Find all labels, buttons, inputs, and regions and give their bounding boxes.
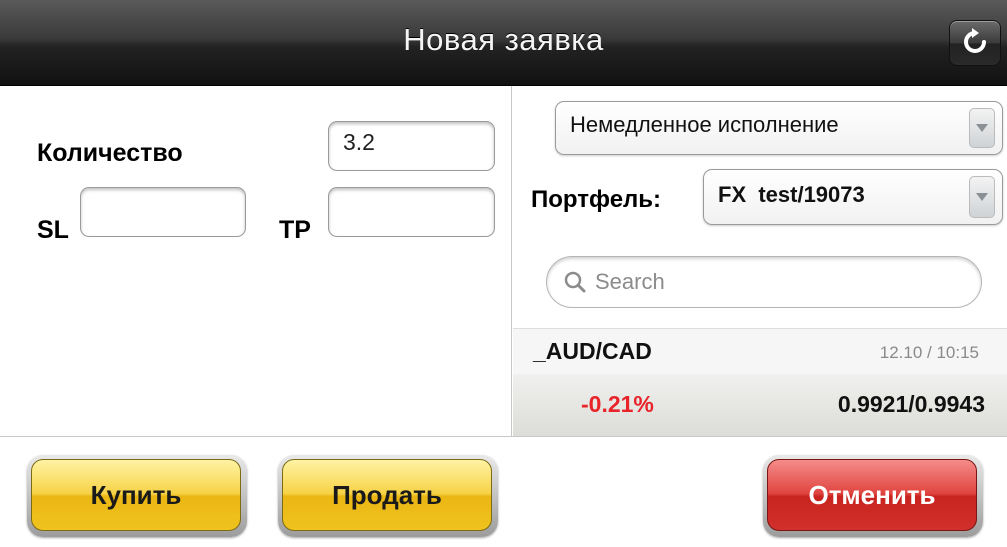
sl-label: SL [37,216,69,244]
cancel-button[interactable]: Отменить [767,459,977,531]
order-params-panel: Количество 3.2 SL TP [0,86,512,436]
portfolio-label: Портфель: [531,186,662,213]
sell-button-frame: Продать [278,455,498,537]
execution-type-value: Немедленное исполнение [570,112,839,137]
instrument-header: _AUD/CAD 12.10 / 10:15 [513,328,1007,374]
tp-field[interactable] [328,187,495,237]
tp-label: TP [279,216,311,244]
refresh-button[interactable] [949,20,1001,66]
quantity-label: Количество [37,139,183,167]
portfolio-value: FX test/19073 [718,182,865,207]
search-icon [563,270,587,299]
instrument-change: -0.21% [581,391,654,417]
cancel-button-frame: Отменить [763,455,983,537]
instrument-quote: -0.21% 0.9921/0.9943 [513,374,1007,436]
instrument-panel: Немедленное исполнение Портфель: FX test… [513,86,1007,436]
action-bar: Купить Продать Отменить [0,436,1007,547]
portfolio-select[interactable]: FX test/19073 [703,169,1003,225]
buy-button[interactable]: Купить [31,459,241,531]
title-bar: Новая заявка [0,0,1007,86]
dialog-title: Новая заявка [403,22,604,57]
chevron-down-icon [969,176,995,218]
sl-field[interactable] [80,187,246,237]
search-input[interactable]: Search [546,256,982,308]
instrument-timestamp: 12.10 / 10:15 [879,343,979,362]
quantity-field[interactable]: 3.2 [328,121,495,171]
chevron-down-icon [969,108,995,148]
instrument-bid-ask: 0.9921/0.9943 [837,391,985,417]
search-placeholder: Search [595,269,665,294]
sell-button[interactable]: Продать [282,459,492,531]
instrument-row[interactable]: _AUD/CAD 12.10 / 10:15 -0.21% 0.9921/0.9… [513,328,1007,436]
refresh-icon [962,27,988,60]
order-dialog: Новая заявка Количество 3.2 SL TP Немедл… [0,0,1007,547]
instrument-symbol: _AUD/CAD [533,338,652,364]
buy-button-frame: Купить [27,455,247,537]
execution-type-select[interactable]: Немедленное исполнение [555,101,1003,155]
